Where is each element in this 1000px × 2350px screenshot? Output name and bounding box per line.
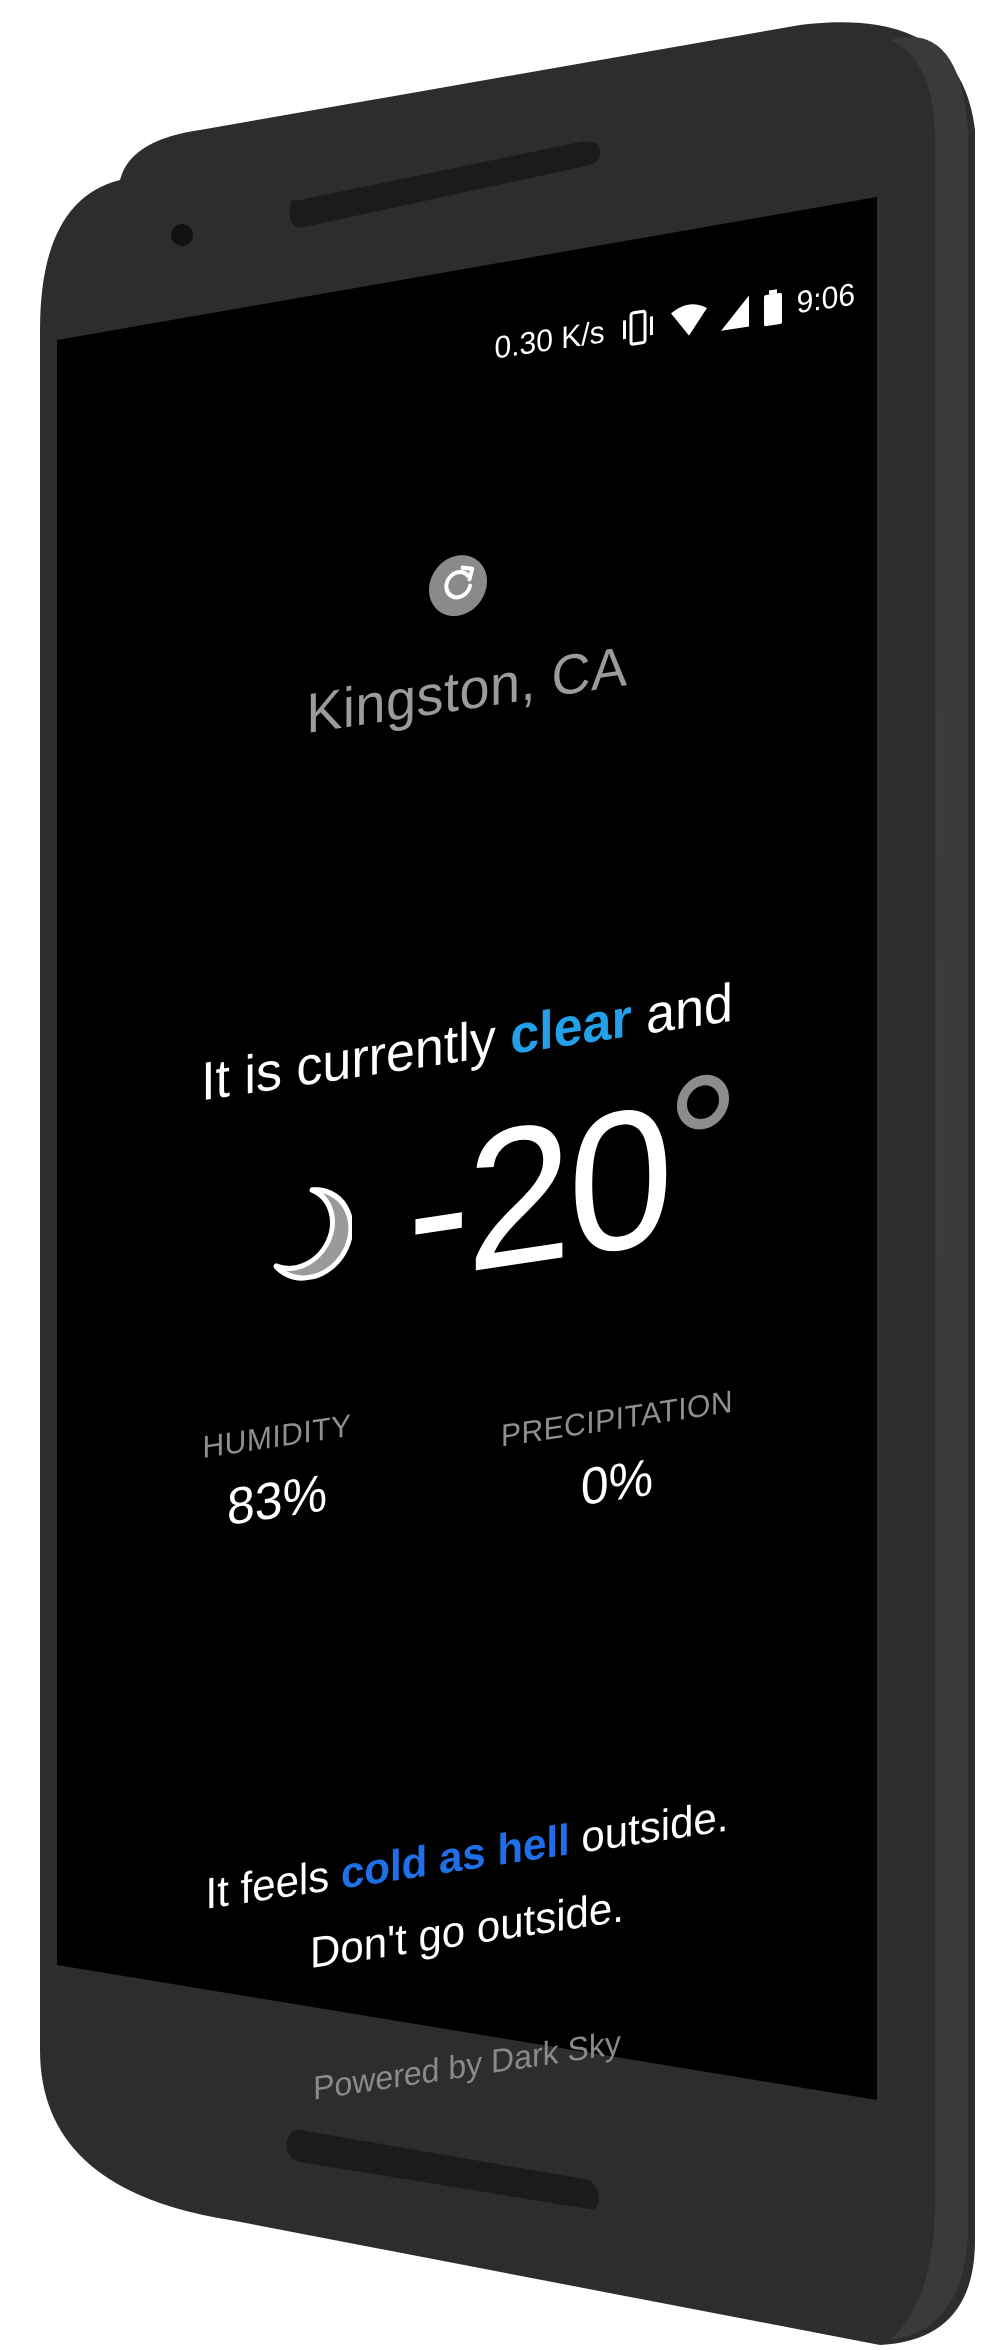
- net-speed: 0.30 K/s: [494, 315, 605, 366]
- current-suffix: and: [646, 972, 733, 1047]
- clock: 9:06: [796, 277, 855, 321]
- power-button: [936, 955, 946, 1255]
- wifi-icon: [670, 302, 707, 339]
- feels-summary: It feels cold as hell outside. Don't go …: [57, 1756, 877, 2029]
- refresh-button[interactable]: [429, 551, 487, 621]
- volume-button: [936, 710, 946, 855]
- front-camera: [171, 224, 193, 246]
- battery-icon: [763, 288, 783, 327]
- temperature-value: -20: [407, 1063, 670, 1324]
- status-bar: 0.30 K/s 9:06: [495, 274, 855, 370]
- refresh-icon: [444, 565, 475, 600]
- device-frame: 0.30 K/s 9:06 Kingston, CA It is current…: [0, 0, 1000, 2350]
- humidity-value: 83%: [226, 1463, 328, 1537]
- weather-screen: 0.30 K/s 9:06 Kingston, CA It is current…: [57, 217, 877, 2212]
- moon-icon: [273, 1187, 352, 1281]
- precipitation-stat: PRECIPITATION 0%: [497, 1384, 737, 1530]
- cell-signal-icon: [720, 295, 749, 331]
- feels-prefix: It feels: [205, 1850, 330, 1919]
- location-name[interactable]: Kingston, CA: [57, 597, 877, 784]
- feels-suffix: outside.: [581, 1790, 729, 1862]
- current-condition: clear: [510, 988, 632, 1067]
- humidity-stat: HUMIDITY 83%: [177, 1405, 377, 1545]
- degree-icon: [677, 1071, 729, 1134]
- vibrate-icon: [619, 307, 657, 348]
